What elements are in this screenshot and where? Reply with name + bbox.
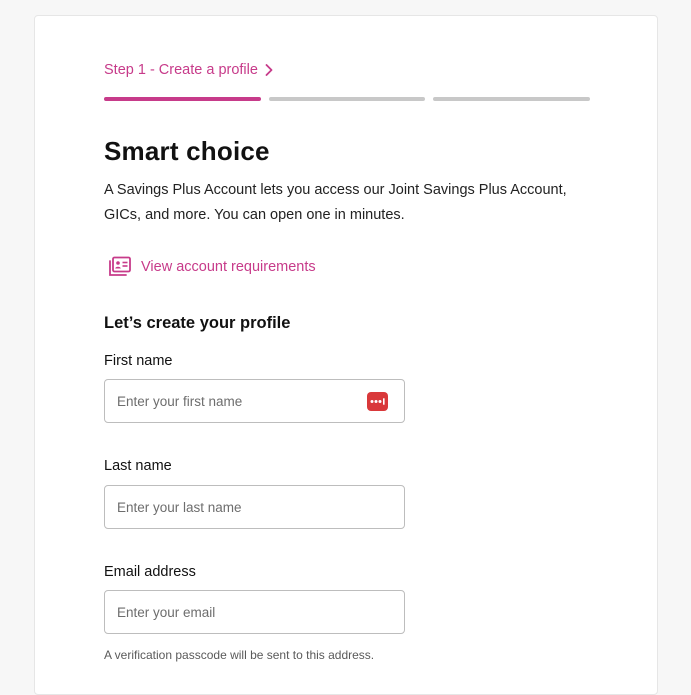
progress-segment-2 [269,97,425,101]
requirements-link-label: View account requirements [141,259,316,275]
intro-text: A Savings Plus Account lets you access o… [104,182,567,223]
view-account-requirements-link[interactable]: View account requirements [108,256,316,278]
last-name-label: Last name [104,458,172,474]
email-input[interactable] [117,591,357,633]
last-name-field[interactable] [104,485,405,529]
step-progress-bar [104,97,590,101]
step-indicator[interactable]: Step 1 - Create a profile [104,62,273,78]
email-field[interactable] [104,590,405,634]
id-card-documents-icon [108,256,132,278]
first-name-input[interactable] [117,380,357,422]
password-manager-icon[interactable] [367,392,388,411]
profile-section-heading: Let’s create your profile [104,314,291,332]
progress-segment-3 [433,97,590,101]
progress-segment-1 [104,97,261,101]
last-name-input[interactable] [117,486,357,528]
first-name-label: First name [104,353,173,369]
chevron-right-icon [265,64,273,76]
email-helper-text: A verification passcode will be sent to … [104,648,375,662]
email-label: Email address [104,564,196,580]
step-label: Step 1 - Create a profile [104,62,258,78]
page-title: Smart choice [104,136,270,166]
signup-card: Step 1 - Create a profile Smart choice A… [34,15,658,695]
first-name-field[interactable] [104,379,405,423]
